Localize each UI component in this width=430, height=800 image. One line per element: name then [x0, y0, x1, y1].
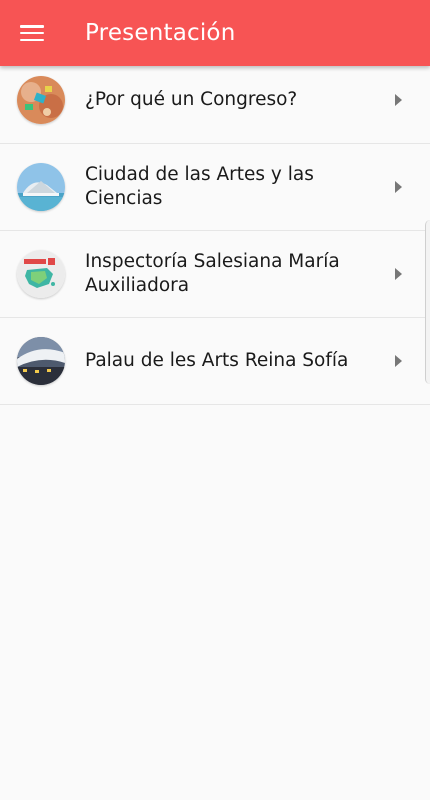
menu-icon-bar: [20, 38, 44, 41]
page-title: Presentación: [85, 20, 236, 46]
list-item[interactable]: Palau de les Arts Reina Sofía: [0, 318, 430, 405]
list-item-label: ¿Por qué un Congreso?: [85, 89, 298, 110]
chevron-right-icon: [395, 355, 402, 367]
chevron-right-icon: [395, 94, 402, 106]
chevron-right-icon: [395, 181, 402, 193]
list-item-label: Palau de les Arts Reina Sofía: [85, 350, 349, 371]
city-arts-sciences-thumbnail: [17, 163, 65, 211]
app-bar: Presentación: [0, 0, 430, 66]
edge-panel-handle[interactable]: [425, 220, 430, 384]
list-item-label: Inspectoría Salesiana María Auxiliadora: [85, 251, 340, 296]
hands-puzzle-thumbnail: [17, 76, 65, 124]
chevron-right-icon: [395, 268, 402, 280]
list-item[interactable]: ¿Por qué un Congreso?: [0, 57, 430, 144]
list-item-label: Ciudad de las Artes y las Ciencias: [85, 164, 314, 209]
list-item[interactable]: Ciudad de las Artes y las Ciencias: [0, 144, 430, 231]
list-item[interactable]: Inspectoría Salesiana María Auxiliadora: [0, 231, 430, 318]
palau-arts-thumbnail: [17, 337, 65, 385]
menu-icon-bar: [20, 31, 44, 35]
presentation-list: ¿Por qué un Congreso? Ciudad de las Arte…: [0, 57, 430, 405]
menu-icon[interactable]: [20, 23, 44, 43]
menu-icon-bar: [20, 25, 44, 28]
spain-map-thumbnail: [17, 250, 65, 298]
